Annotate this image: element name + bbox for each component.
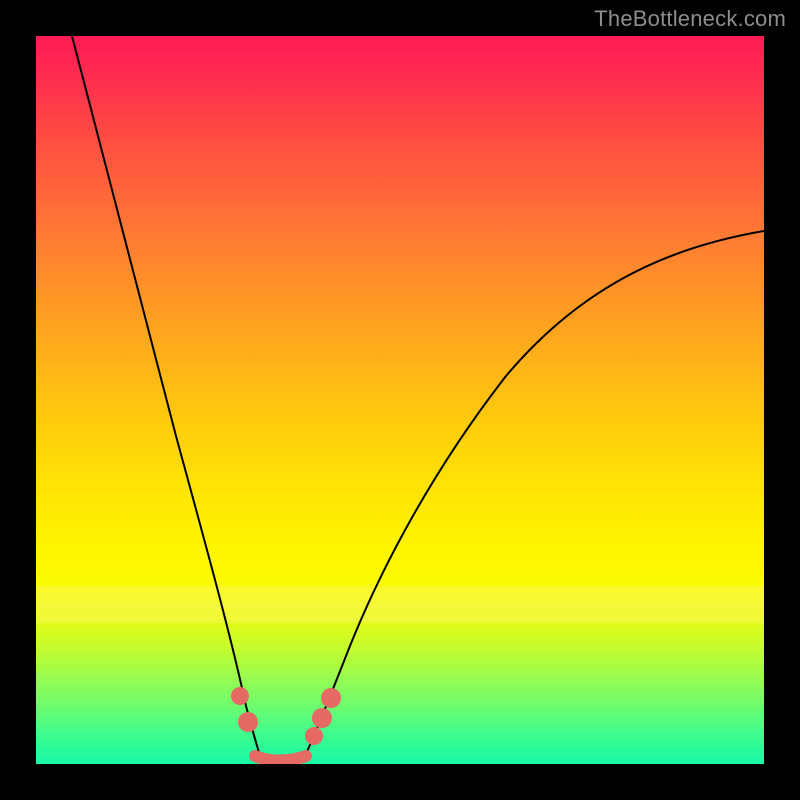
chart-frame: TheBottleneck.com <box>0 0 800 800</box>
marker-left-dot-upper <box>231 687 249 705</box>
marker-floor-segment <box>255 756 306 761</box>
curve-layer <box>36 36 764 764</box>
marker-right-dot-upper <box>321 688 341 708</box>
curve-left-branch <box>72 36 261 758</box>
marker-left-dot-lower <box>238 712 258 732</box>
marker-right-dot-mid <box>312 708 332 728</box>
curve-right-branch <box>304 231 764 758</box>
watermark-text: TheBottleneck.com <box>594 6 786 32</box>
marker-right-dot-lower <box>305 727 323 745</box>
plot-area <box>36 36 764 764</box>
